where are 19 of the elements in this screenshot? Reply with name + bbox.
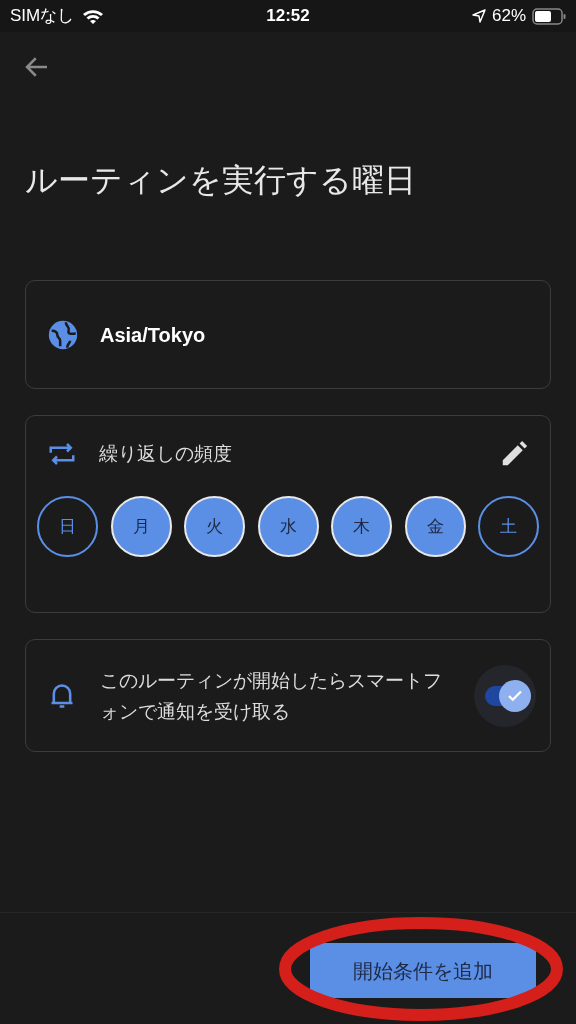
battery-icon: [532, 7, 566, 25]
repeat-label: 繰り返しの頻度: [99, 441, 233, 466]
day-toggle[interactable]: 金: [404, 496, 466, 557]
day-toggle[interactable]: 日: [37, 496, 98, 557]
battery-text: 62%: [492, 5, 526, 28]
day-toggle[interactable]: 月: [110, 496, 172, 557]
day-toggle[interactable]: 木: [331, 496, 392, 557]
day-toggle[interactable]: 水: [257, 496, 319, 557]
wifi-icon: [82, 8, 105, 24]
day-toggle[interactable]: 土: [478, 496, 539, 557]
notification-text: このルーティンが開始したらスマートフォンで通知を受け取る: [100, 668, 443, 724]
timezone-card[interactable]: Asia/Tokyo: [25, 280, 551, 389]
timezone-label: Asia/Tokyo: [100, 322, 206, 348]
carrier-text: SIMなし: [10, 5, 75, 28]
day-toggle[interactable]: 火: [184, 496, 245, 557]
add-condition-button[interactable]: 開始条件を追加: [310, 943, 536, 998]
page-title: ルーティンを実行する曜日: [24, 161, 417, 200]
time-text: 12:52: [266, 5, 310, 28]
location-icon: [472, 9, 486, 23]
